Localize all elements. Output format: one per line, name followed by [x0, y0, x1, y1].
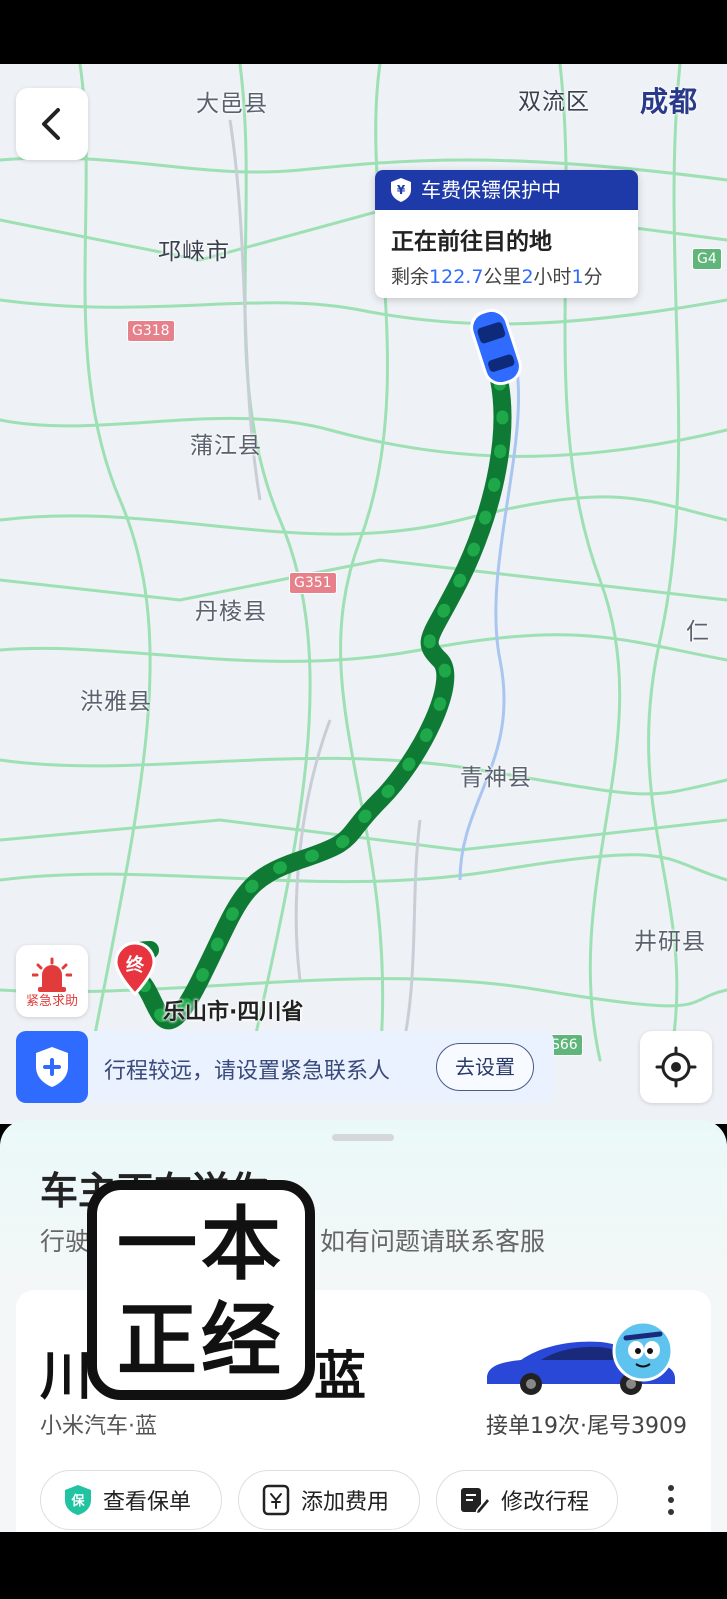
alarm-light-icon [31, 957, 73, 992]
view-policy-label: 查看保单 [103, 1490, 192, 1515]
shield-plus-icon [36, 1047, 68, 1087]
emergency-contact-text: 行程较远，请设置紧急联系人 [104, 1059, 391, 1084]
map-label-danleng: 丹棱县 [195, 599, 267, 625]
modify-trip-label: 修改行程 [501, 1490, 590, 1515]
sos-label: 紧急求助 [25, 994, 78, 1009]
more-vertical-icon[interactable] [656, 1480, 686, 1520]
route-outline [120, 341, 512, 1030]
locate-icon [655, 1046, 697, 1088]
mascot-icon [612, 1320, 674, 1382]
minutes-unit: 分 [583, 266, 603, 288]
plate-suffix: 蓝 [314, 1347, 369, 1407]
map-label-shuangliu: 双流区 [518, 89, 590, 115]
protection-header-text: 车费保镖保护中 [421, 178, 561, 202]
car-marker-icon [470, 308, 522, 386]
road-sign-g4: G4 [692, 248, 722, 270]
map-label-hongya: 洪雅县 [80, 689, 152, 715]
back-button[interactable] [16, 88, 88, 160]
sheet-subtitle-suffix: 如有问题请联系客服 [320, 1227, 546, 1256]
modify-trip-button[interactable]: 修改行程 [436, 1470, 618, 1530]
plate-prefix: 川 [40, 1347, 95, 1407]
destination-pin-label: 终 [126, 955, 144, 976]
driver-order-info: 接单19次·尾号3909 [486, 1414, 687, 1439]
go-settings-button[interactable]: 去设置 [436, 1043, 534, 1091]
navigation-bar [0, 1532, 727, 1599]
sheet-subtitle-prefix: 行驶 [40, 1227, 91, 1256]
road-sign-g351: G351 [289, 572, 337, 594]
emergency-contact-banner: 行程较远，请设置紧急联系人 去设置 [16, 1031, 554, 1103]
trip-status-title: 正在前往目的地 [391, 229, 552, 255]
shield-box [16, 1031, 88, 1103]
watermark-line-2: 正经 [117, 1294, 285, 1387]
remain-minutes: 1 [571, 266, 584, 288]
remain-distance: 122.7 [429, 266, 484, 288]
protection-header: ¥ 车费保镖保护中 [375, 170, 638, 210]
remain-hours: 2 [521, 266, 534, 288]
add-fee-label: 添加费用 [301, 1490, 390, 1515]
map-label-qionglai: 邛崃市 [158, 239, 230, 265]
map-label-pujiang: 蒲江县 [190, 433, 262, 459]
insurance-shield-icon: 保 [65, 1485, 91, 1515]
map-label-qingshen: 青神县 [460, 765, 532, 791]
trip-remaining: 剩余122.7公里2小时1分 [375, 256, 638, 289]
locate-button[interactable] [640, 1031, 712, 1103]
remain-prefix: 剩余 [391, 266, 430, 288]
watermark-line-1: 一本 [117, 1198, 285, 1291]
receipt-yuan-icon [262, 1484, 290, 1516]
map-label-jingyan: 井研县 [634, 929, 706, 955]
chevron-left-icon [42, 108, 60, 140]
sheet-drag-handle[interactable] [332, 1134, 394, 1141]
road-sign-g318: G318 [127, 320, 175, 342]
car-model: 小米汽车·蓝 [40, 1414, 157, 1439]
map-label-chengdu: 成都 [640, 85, 699, 118]
view-policy-button[interactable]: 保 查看保单 [40, 1470, 222, 1530]
svg-text:¥: ¥ [397, 183, 406, 197]
hours-unit: 小时 [533, 266, 572, 288]
edit-document-icon [461, 1488, 491, 1516]
status-bar [0, 0, 727, 64]
trip-info-card: ¥ 车费保镖保护中 正在前往目的地 剩余122.7公里2小时1分 [375, 170, 638, 298]
add-fee-button[interactable]: 添加费用 [238, 1470, 420, 1530]
map-label-ren: 仁 [686, 619, 710, 645]
map-label-dayi: 大邑县 [196, 91, 268, 117]
insurance-icon-text: 保 [70, 1493, 85, 1509]
destination-label: 乐山市·四川省 [163, 1000, 304, 1025]
sos-button[interactable]: 紧急求助 [16, 945, 88, 1017]
yuan-shield-icon: ¥ [391, 178, 411, 202]
watermark-stamp: 一本 正经 [87, 1180, 315, 1400]
distance-unit: 公里 [483, 266, 522, 288]
